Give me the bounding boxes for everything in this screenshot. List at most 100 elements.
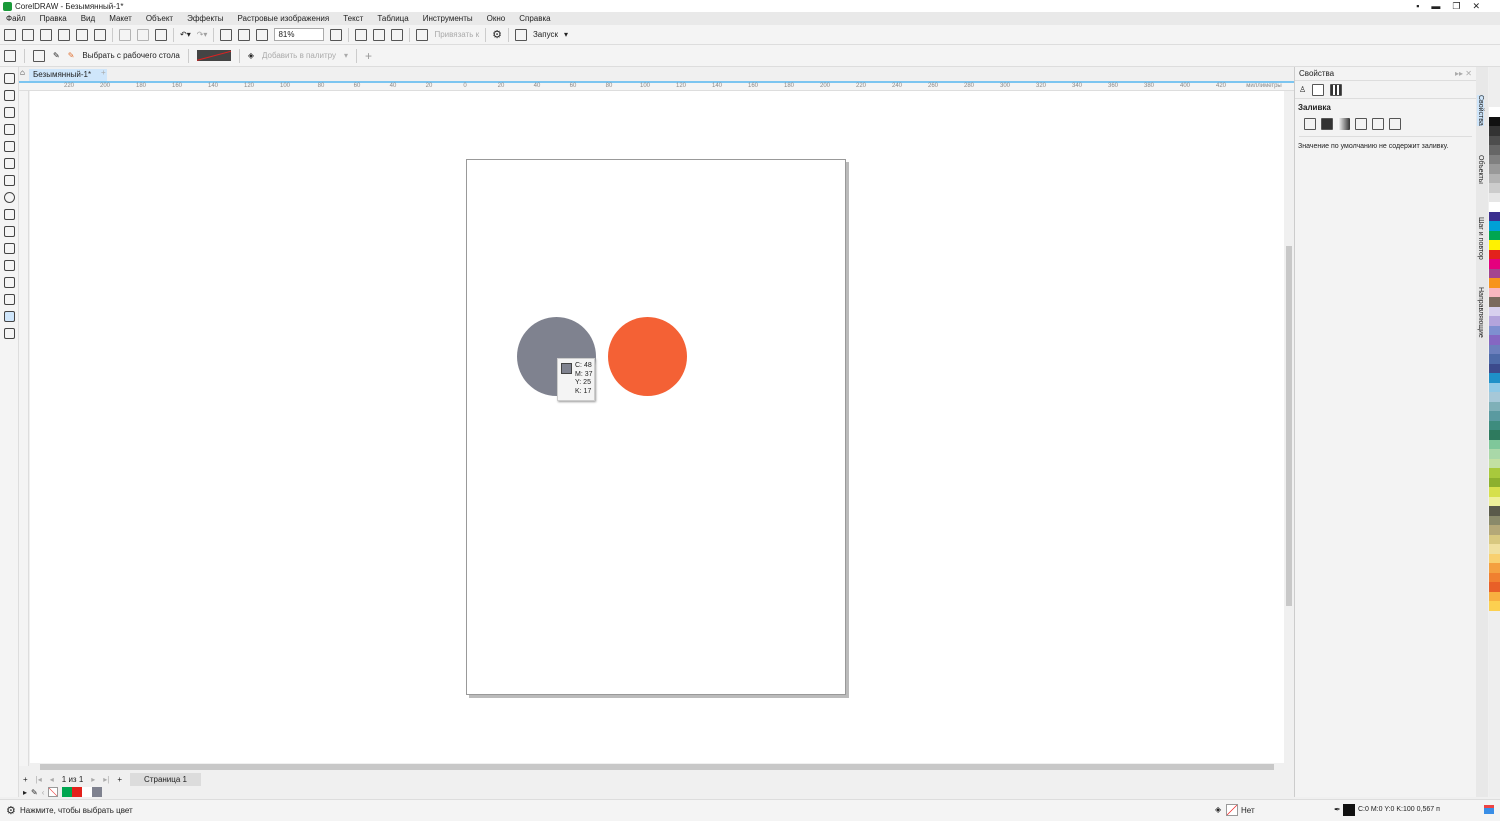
palette-swatch[interactable] [1489, 534, 1500, 544]
last-page-icon[interactable]: ▸| [103, 775, 109, 784]
palette-swatch[interactable] [1489, 335, 1500, 345]
cloud-download-icon[interactable] [76, 28, 88, 41]
interactive-fill-icon[interactable] [4, 328, 15, 339]
menu-table[interactable]: Таблица [377, 14, 408, 23]
menu-help[interactable]: Справка [519, 14, 550, 23]
palette-swatch[interactable] [1489, 439, 1500, 449]
add-icon[interactable]: + [365, 49, 372, 63]
crop-tool-icon[interactable] [4, 107, 15, 118]
first-page-icon[interactable]: |◂ [36, 775, 42, 784]
palette-swatch[interactable] [1489, 154, 1500, 164]
pick-from-desktop-button[interactable]: Выбрать с рабочего стола [82, 51, 179, 60]
palette-swatch[interactable] [1489, 287, 1500, 297]
palette-swatch[interactable] [1489, 430, 1500, 440]
eyedropper-icon[interactable] [4, 49, 16, 62]
document-color-swatch[interactable] [82, 787, 93, 797]
gear-icon[interactable]: ⚙ [492, 28, 502, 41]
save-icon[interactable] [40, 28, 52, 41]
palette-swatch[interactable] [1489, 496, 1500, 506]
apply-color-icon[interactable]: ✎ [53, 51, 60, 60]
zoom-level-select[interactable]: 81% [274, 28, 325, 41]
document-page[interactable] [466, 159, 846, 695]
palette-swatch[interactable] [1489, 572, 1500, 582]
connector-tool-icon[interactable] [4, 260, 15, 271]
palette-swatch[interactable] [1489, 211, 1500, 221]
menu-window[interactable]: Окно [487, 14, 506, 23]
fill-indicator[interactable] [1226, 804, 1238, 816]
parallel-dimension-icon[interactable] [4, 243, 15, 254]
print-icon[interactable] [94, 28, 106, 41]
menu-bitmaps[interactable]: Растровые изображения [237, 14, 329, 23]
palette-swatch[interactable] [1489, 506, 1500, 516]
uniform-fill-icon[interactable] [1321, 118, 1333, 130]
palette-swatch[interactable] [1489, 392, 1500, 402]
pick-tool-icon[interactable] [4, 73, 15, 84]
palette-swatch[interactable] [1489, 230, 1500, 240]
palette-swatch[interactable] [1489, 221, 1500, 231]
transparency-tab-icon[interactable] [1330, 83, 1343, 96]
document-tab[interactable]: Безымянный-1* [29, 69, 107, 81]
palette-swatch[interactable] [1489, 468, 1500, 478]
rectangle-tool-icon[interactable] [4, 175, 15, 186]
next-page-icon[interactable]: ▸ [91, 775, 95, 784]
text-tool-icon[interactable] [4, 226, 15, 237]
palette-swatch[interactable] [1489, 202, 1500, 212]
vertical-scrollbar[interactable] [1284, 91, 1294, 766]
bitmap-pattern-icon[interactable] [1372, 118, 1384, 130]
orange-circle[interactable] [608, 317, 687, 396]
cut-icon[interactable] [119, 28, 131, 41]
palette-swatch[interactable] [1489, 601, 1500, 611]
palette-swatch[interactable] [1489, 477, 1500, 487]
palette-swatch[interactable] [1489, 107, 1500, 117]
menu-tools[interactable]: Инструменты [423, 14, 473, 23]
palette-swatch[interactable] [1489, 164, 1500, 174]
palette-swatch[interactable] [1489, 249, 1500, 259]
menu-text[interactable]: Текст [343, 14, 363, 23]
palette-swatch[interactable] [1489, 553, 1500, 563]
add-page-after-icon[interactable]: + [117, 775, 122, 784]
palette-swatch[interactable] [1489, 192, 1500, 202]
grid-icon[interactable] [373, 28, 386, 41]
menu-effects[interactable]: Эффекты [187, 14, 223, 23]
document-color-swatch[interactable] [62, 787, 73, 797]
eyedropper-icon[interactable]: ✎ [31, 788, 38, 797]
palette-swatch[interactable] [1489, 306, 1500, 316]
new-icon[interactable] [4, 28, 16, 41]
palette-swatch[interactable] [1489, 373, 1500, 383]
settings-gear-icon[interactable]: ⚙ [6, 804, 16, 817]
horizontal-ruler[interactable]: 220 200 180 160 140 120 100 80 60 40 20 0 20 40 60 80 10… [19, 81, 1294, 91]
palette-swatch[interactable] [1489, 268, 1500, 278]
menu-file[interactable]: Файл [6, 14, 26, 23]
vertical-ruler[interactable] [19, 91, 29, 766]
palette-swatch[interactable] [1489, 382, 1500, 392]
import-icon[interactable] [220, 28, 233, 41]
palette-swatch[interactable] [1489, 145, 1500, 155]
shape-tool-icon[interactable] [4, 90, 15, 101]
drop-shadow-icon[interactable] [4, 277, 15, 288]
export-icon[interactable] [238, 28, 251, 41]
vector-pattern-icon[interactable] [1355, 118, 1367, 130]
palette-swatch[interactable] [1489, 278, 1500, 288]
palette-swatch[interactable] [1489, 544, 1500, 554]
ellipse-tool-icon[interactable] [4, 192, 15, 203]
document-color-swatch[interactable] [72, 787, 83, 797]
new-tab-icon[interactable]: + [101, 68, 106, 77]
paste-icon[interactable] [155, 28, 167, 41]
redo-icon[interactable]: ↷▾ [197, 30, 208, 39]
palette-swatch[interactable] [1489, 344, 1500, 354]
palette-swatch[interactable] [1489, 458, 1500, 468]
menu-object[interactable]: Объект [146, 14, 173, 23]
horizontal-scroll-thumb[interactable] [40, 764, 1274, 770]
palette-swatch[interactable] [1489, 582, 1500, 592]
artistic-media-icon[interactable] [4, 158, 15, 169]
add-to-palette-dropdown[interactable]: Добавить в палитру [262, 51, 336, 60]
palette-swatch[interactable] [1489, 240, 1500, 250]
home-icon[interactable]: ⌂ [20, 68, 25, 77]
palette-swatch[interactable] [1489, 135, 1500, 145]
tab-guidelines[interactable]: Направляющие [1477, 287, 1484, 338]
eyedropper-area-icon[interactable]: ✎ [68, 51, 75, 60]
snap-off-icon[interactable] [416, 28, 429, 41]
palette-swatch[interactable] [1489, 515, 1500, 525]
tab-objects[interactable]: Объекты [1477, 155, 1484, 184]
rulers-icon[interactable] [355, 28, 368, 41]
